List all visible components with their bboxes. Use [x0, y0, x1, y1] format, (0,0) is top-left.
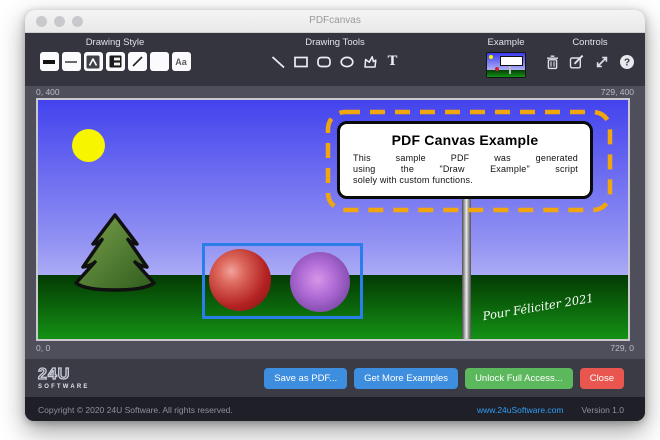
drawing-tools-group: Drawing Tools T	[265, 37, 405, 71]
thumbnail-sun	[489, 55, 493, 59]
text-style-button[interactable]: Aa	[171, 52, 191, 71]
arrowhead-icon	[86, 55, 100, 68]
fill-color-style-button[interactable]	[149, 52, 169, 71]
sign-body-line: using the "Draw Example" script	[353, 164, 578, 174]
unlock-full-access-button[interactable]: Unlock Full Access...	[465, 367, 573, 389]
thin-line-icon	[65, 60, 77, 63]
thumbnail-sign	[500, 56, 523, 66]
sign-pole-shape[interactable]	[462, 195, 471, 339]
toolbar: Drawing Style Aa Drawing Tools T Example…	[25, 33, 645, 86]
text-tool-icon: T	[387, 54, 398, 69]
delete-button[interactable]	[545, 52, 560, 71]
sign-body-line: solely with custom functions.	[353, 175, 473, 185]
sign-body-line: This sample PDF was generated	[353, 153, 578, 163]
rounded-rectangle-tool-icon	[316, 56, 331, 67]
diagonal-line-icon	[131, 56, 143, 67]
sign-title: PDF Canvas Example	[391, 132, 539, 148]
pdfcanvas-window: PDFcanvas Drawing Style Aa Drawing Tools…	[25, 10, 645, 421]
controls-label: Controls	[572, 37, 608, 48]
controls-group: Controls ?	[544, 37, 636, 71]
get-more-examples-button[interactable]: Get More Examples	[354, 367, 459, 389]
example-group: Example	[480, 37, 532, 78]
arrowhead-style-button[interactable]	[83, 52, 103, 71]
thick-line-icon	[43, 59, 55, 64]
rounded-rectangle-tool-button[interactable]	[314, 52, 334, 71]
sign-body: This sample PDF was generated using the …	[353, 153, 578, 186]
thin-line-style-button[interactable]	[61, 52, 81, 71]
drawing-style-group: Drawing Style Aa	[38, 37, 192, 71]
coord-top-left: 0, 400	[36, 87, 60, 97]
font-icon: Aa	[175, 56, 187, 67]
copyright-text: Copyright © 2020 24U Software. All right…	[38, 404, 233, 415]
rectangle-tool-button[interactable]	[291, 52, 311, 71]
fullscreen-button[interactable]	[594, 52, 610, 71]
line-slant-style-button[interactable]	[127, 52, 147, 71]
ellipse-tool-icon	[339, 56, 354, 67]
traffic-lights	[36, 16, 83, 27]
purple-sphere-shape[interactable]	[290, 252, 350, 312]
ellipse-tool-button[interactable]	[337, 52, 357, 71]
help-icon: ?	[620, 54, 634, 69]
logo-name: 24U	[37, 365, 71, 383]
rectangle-tool-icon	[293, 56, 308, 67]
action-bar: 24U SOFTWARE Save as PDF... Get More Exa…	[25, 359, 645, 397]
svg-text:?: ?	[624, 57, 630, 68]
screenshot-root: PDFcanvas Drawing Style Aa Drawing Tools…	[0, 0, 660, 440]
fill-pattern-style-button[interactable]	[105, 52, 125, 71]
coord-bottom-right: 729, 0	[610, 343, 634, 353]
help-button[interactable]: ?	[619, 52, 635, 71]
red-sphere-shape[interactable]	[209, 249, 271, 311]
save-as-pdf-button[interactable]: Save as PDF...	[264, 367, 348, 389]
pdf-canvas[interactable]: Pour Féliciter 2021 PDF Canvas Example T…	[36, 98, 630, 341]
window-title: PDFcanvas	[309, 15, 361, 26]
edit-script-button[interactable]	[569, 52, 585, 71]
polygon-tool-icon	[363, 55, 377, 68]
24u-logo: 24U SOFTWARE	[37, 365, 90, 390]
close-button[interactable]: Close	[579, 367, 624, 389]
sun-shape[interactable]	[72, 129, 105, 162]
minimize-window-button[interactable]	[54, 16, 65, 27]
polygon-tool-button[interactable]	[360, 52, 380, 71]
sign-shape[interactable]: PDF Canvas Example This sample PDF was g…	[337, 121, 593, 199]
trash-icon	[547, 55, 558, 69]
tree-shape[interactable]	[70, 212, 160, 294]
coord-bottom-left: 0, 0	[36, 343, 51, 353]
line-tool-icon	[271, 55, 285, 68]
drawing-tools-label: Drawing Tools	[305, 37, 365, 48]
titlebar: PDFcanvas	[25, 10, 645, 33]
website-link[interactable]: www.24uSoftware.com	[477, 405, 563, 415]
thumbnail-dot	[495, 67, 499, 71]
coord-top-right: 729, 400	[600, 87, 634, 97]
thick-line-style-button[interactable]	[39, 52, 59, 71]
version-text: Version 1.0	[581, 404, 624, 415]
zoom-window-button[interactable]	[72, 16, 83, 27]
thumbnail-ground	[487, 70, 525, 77]
example-label: Example	[487, 37, 525, 48]
example-thumbnail-button[interactable]	[486, 52, 526, 78]
fill-pattern-icon	[109, 55, 121, 68]
expand-arrows-icon	[596, 56, 608, 67]
logo-subtitle: SOFTWARE	[38, 383, 90, 390]
line-tool-button[interactable]	[268, 52, 288, 71]
close-window-button[interactable]	[36, 16, 47, 27]
drawing-style-label: Drawing Style	[85, 37, 145, 48]
stage: 0, 400 729, 400 Pour Féliciter 2021 PDF …	[25, 86, 645, 359]
footer: Copyright © 2020 24U Software. All right…	[25, 397, 645, 421]
text-tool-button[interactable]: T	[383, 52, 403, 71]
compose-icon	[569, 54, 584, 69]
